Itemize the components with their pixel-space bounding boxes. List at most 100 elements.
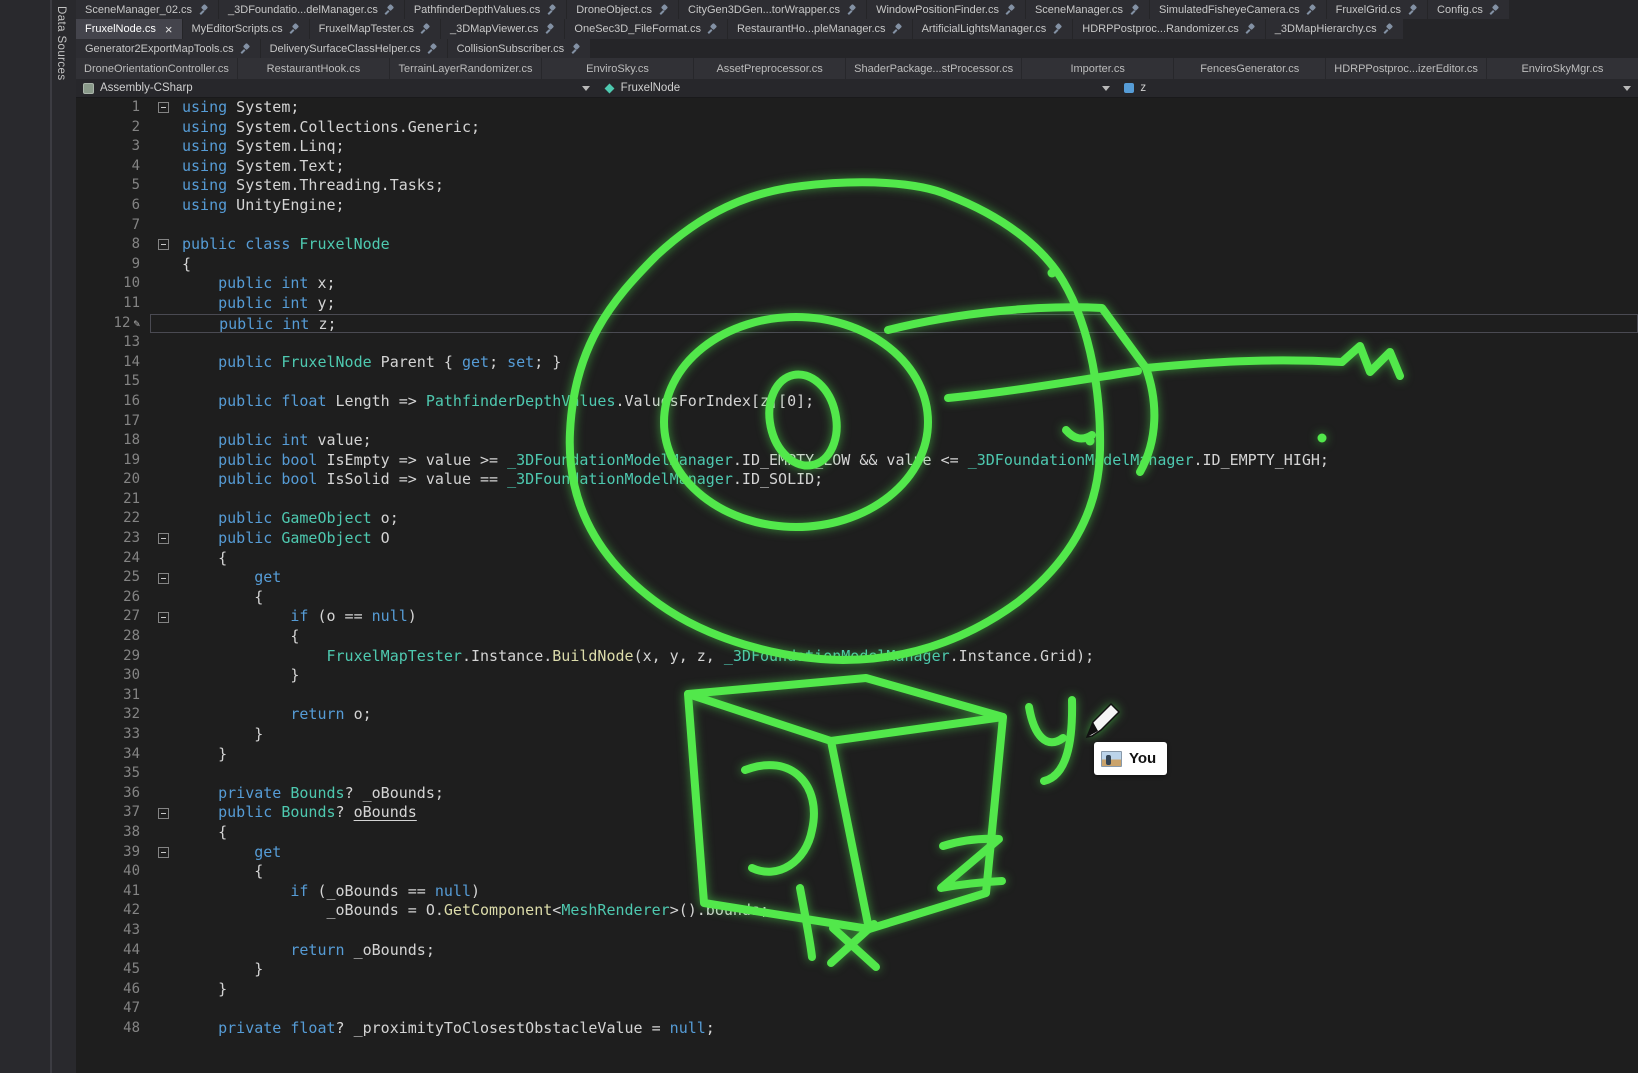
file-tab[interactable]: HDRPPostproc...izerEditor.cs	[1326, 58, 1486, 79]
code-line[interactable]: 46 }	[76, 980, 1638, 1000]
code-line[interactable]: 3 using System.Linq;	[76, 137, 1638, 157]
file-tab[interactable]: SimulatedFisheyeCamera.cs	[1150, 0, 1326, 19]
line-number-gutter[interactable]: 31	[76, 686, 150, 706]
file-tab[interactable]: FruxelGrid.cs	[1327, 0, 1427, 19]
pin-icon[interactable]	[1245, 23, 1256, 35]
code-line[interactable]: 17	[76, 412, 1638, 432]
line-number-gutter[interactable]: 41	[76, 882, 150, 902]
pin-icon[interactable]	[1489, 4, 1500, 16]
line-number-gutter[interactable]: 6	[76, 196, 150, 216]
line-number-gutter[interactable]: 29	[76, 647, 150, 667]
pin-icon[interactable]	[846, 4, 857, 16]
fold-marker[interactable]	[158, 573, 169, 584]
line-number-gutter[interactable]: 24	[76, 549, 150, 569]
line-number-gutter[interactable]: 34	[76, 745, 150, 765]
code-line[interactable]: 7	[76, 216, 1638, 236]
line-number-gutter[interactable]: 9	[76, 255, 150, 275]
line-number-gutter[interactable]: 38	[76, 823, 150, 843]
file-tab[interactable]: RestaurantHook.cs	[238, 58, 389, 79]
line-number-gutter[interactable]: 4	[76, 157, 150, 177]
pin-icon[interactable]	[420, 23, 431, 35]
code-line[interactable]: 41 if (_oBounds == null)	[76, 882, 1638, 902]
member-dropdown[interactable]: z	[1117, 79, 1638, 97]
line-number-gutter[interactable]: 18	[76, 431, 150, 451]
code-line[interactable]: 18 public int value;	[76, 431, 1638, 451]
file-tab[interactable]: _3DFoundatio...delManager.cs	[219, 0, 404, 19]
line-number-gutter[interactable]: 46	[76, 980, 150, 1000]
pin-icon[interactable]	[198, 4, 209, 16]
code-line[interactable]: 12 public int z;	[76, 314, 1638, 334]
code-line[interactable]: 27 if (o == null)	[76, 607, 1638, 627]
pin-icon[interactable]	[892, 23, 903, 35]
code-line[interactable]: 40 {	[76, 862, 1638, 882]
line-number-gutter[interactable]: 16	[76, 392, 150, 412]
line-number-gutter[interactable]: 20	[76, 470, 150, 490]
pin-icon[interactable]	[240, 43, 251, 55]
close-icon[interactable]	[165, 23, 173, 36]
line-number-gutter[interactable]: 33	[76, 725, 150, 745]
file-tab[interactable]: FruxelNode.cs	[76, 19, 182, 39]
project-dropdown[interactable]: Assembly-CSharp	[76, 79, 597, 97]
code-line[interactable]: 2 using System.Collections.Generic;	[76, 118, 1638, 138]
code-line[interactable]: 31	[76, 686, 1638, 706]
code-line[interactable]: 37 public Bounds? oBounds	[76, 803, 1638, 823]
type-dropdown[interactable]: FruxelNode	[597, 79, 1118, 97]
file-tab[interactable]: SceneManager.cs	[1026, 0, 1149, 19]
file-tab[interactable]: PathfinderDepthValues.cs	[405, 0, 566, 19]
fold-marker[interactable]	[158, 533, 169, 544]
code-line[interactable]: 13	[76, 333, 1638, 353]
line-number-gutter[interactable]: 32	[76, 705, 150, 725]
code-line[interactable]: 43	[76, 921, 1638, 941]
line-number-gutter[interactable]: 3	[76, 137, 150, 157]
code-line[interactable]: 29 FruxelMapTester.Instance.BuildNode(x,…	[76, 647, 1638, 667]
code-line[interactable]: 1 using System;	[76, 98, 1638, 118]
file-tab[interactable]: SceneManager_02.cs	[76, 0, 218, 19]
line-number-gutter[interactable]: 5	[76, 176, 150, 196]
line-number-gutter[interactable]: 11	[76, 294, 150, 314]
code-line[interactable]: 15	[76, 372, 1638, 392]
fold-marker[interactable]	[158, 847, 169, 858]
fold-marker[interactable]	[158, 239, 169, 250]
code-line[interactable]: 24 {	[76, 549, 1638, 569]
line-number-gutter[interactable]: 40	[76, 862, 150, 882]
chevron-down-icon[interactable]	[1623, 86, 1631, 91]
code-line[interactable]: 26 {	[76, 588, 1638, 608]
code-line[interactable]: 47	[76, 999, 1638, 1019]
line-number-gutter[interactable]: 21	[76, 490, 150, 510]
file-tab[interactable]: DeliverySurfaceClassHelper.cs	[261, 39, 447, 58]
code-line[interactable]: 45 }	[76, 960, 1638, 980]
code-line[interactable]: 39 get	[76, 843, 1638, 863]
pin-icon[interactable]	[1383, 23, 1394, 35]
code-line[interactable]: 5 using System.Threading.Tasks;	[76, 176, 1638, 196]
pin-icon[interactable]	[1306, 4, 1317, 16]
line-number-gutter[interactable]: 45	[76, 960, 150, 980]
file-tab[interactable]: ShaderPackage...stProcessor.cs	[846, 58, 1021, 79]
line-number-gutter[interactable]: 26	[76, 588, 150, 608]
line-number-gutter[interactable]: 42	[76, 901, 150, 921]
code-line[interactable]: 33 }	[76, 725, 1638, 745]
data-sources-tab[interactable]: Data Sources	[55, 6, 67, 80]
file-tab[interactable]: CollisionSubscriber.cs	[448, 39, 591, 58]
line-number-gutter[interactable]: 15	[76, 372, 150, 392]
code-line[interactable]: 16 public float Length => PathfinderDept…	[76, 392, 1638, 412]
file-tab[interactable]: Config.cs	[1428, 0, 1509, 19]
line-number-gutter[interactable]: 14	[76, 353, 150, 373]
code-line[interactable]: 25 get	[76, 568, 1638, 588]
line-number-gutter[interactable]: 36	[76, 784, 150, 804]
line-number-gutter[interactable]: 30	[76, 666, 150, 686]
line-number-gutter[interactable]: 35	[76, 764, 150, 784]
code-line[interactable]: 34 }	[76, 745, 1638, 765]
file-tab[interactable]: TerrainLayerRandomizer.cs	[390, 58, 541, 79]
pin-icon[interactable]	[658, 4, 669, 16]
line-number-gutter[interactable]: 48	[76, 1019, 150, 1039]
file-tab[interactable]: OneSec3D_FileFormat.cs	[565, 19, 727, 39]
code-line[interactable]: 48 private float? _proximityToClosestObs…	[76, 1019, 1638, 1039]
line-number-gutter[interactable]: 43	[76, 921, 150, 941]
pin-icon[interactable]	[544, 23, 555, 35]
line-number-gutter[interactable]: 19	[76, 451, 150, 471]
line-number-gutter[interactable]: 12	[76, 314, 150, 334]
file-tab[interactable]: WindowPositionFinder.cs	[867, 0, 1025, 19]
chevron-down-icon[interactable]	[582, 86, 590, 91]
pin-icon[interactable]	[707, 23, 718, 35]
code-line[interactable]: 14 public FruxelNode Parent { get; set; …	[76, 353, 1638, 373]
